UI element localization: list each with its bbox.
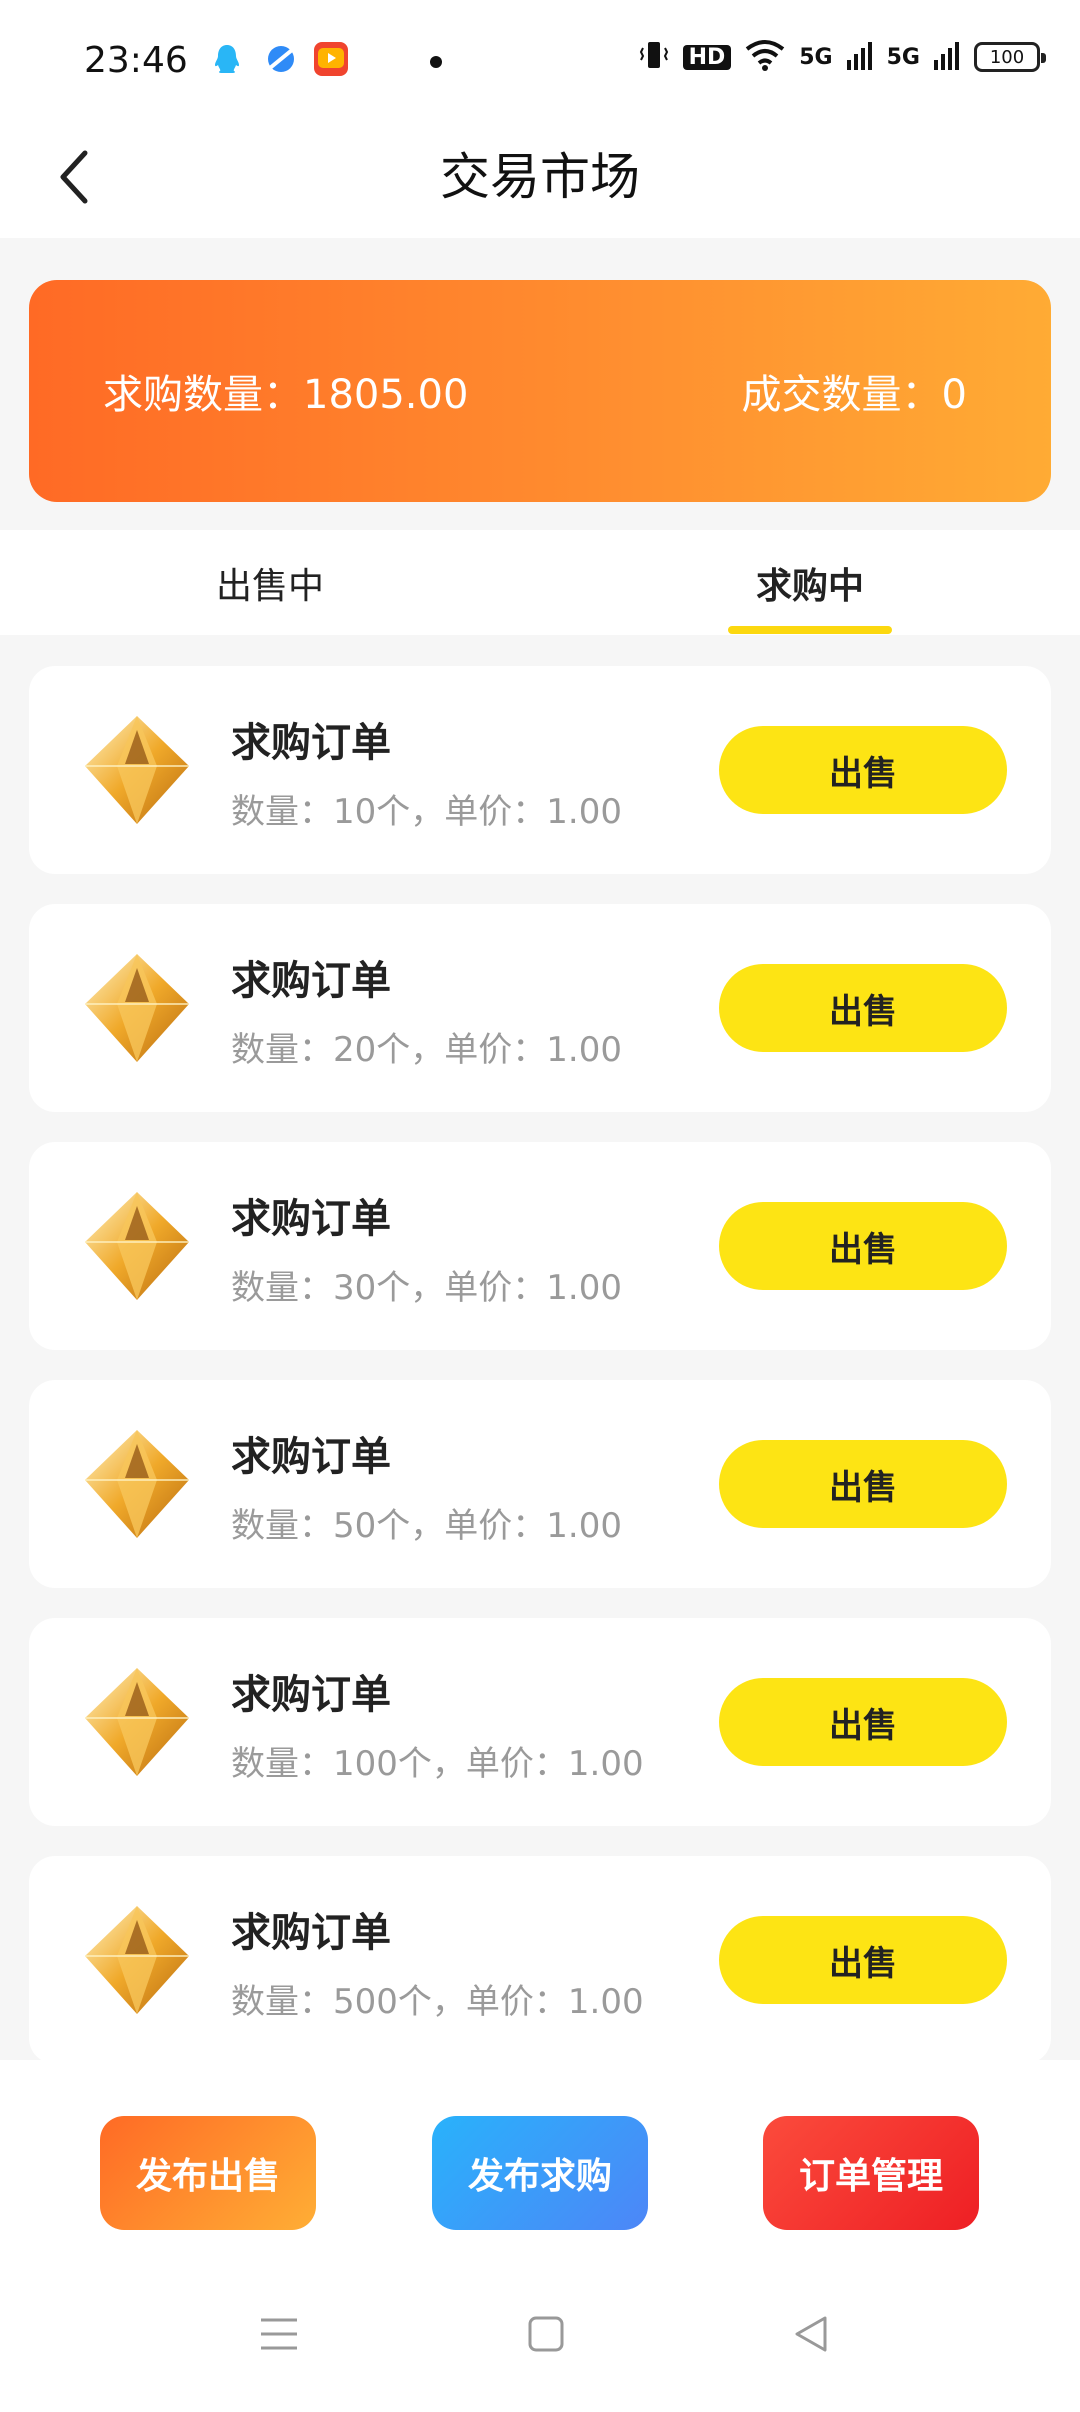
order-list: 求购订单 数量：10个，单价：1.00 出售 求购订单 数量：20个，单价：1.… bbox=[29, 666, 1051, 2094]
gem-icon bbox=[77, 710, 197, 830]
notification-dot bbox=[430, 56, 442, 68]
browser-icon bbox=[264, 42, 298, 76]
order-detail: 数量：50个，单价：1.00 bbox=[231, 1506, 622, 1546]
home-button[interactable] bbox=[511, 2304, 581, 2364]
page-title: 交易市场 bbox=[440, 148, 640, 206]
order-card: 求购订单 数量：500个，单价：1.00 出售 bbox=[29, 1856, 1051, 2064]
deal-quantity-stat: 成交数量：0 bbox=[741, 372, 967, 418]
signal-icon bbox=[934, 40, 960, 74]
status-indicators: HD 5G 5G 100 bbox=[639, 38, 1046, 76]
order-title: 求购订单 bbox=[231, 1434, 391, 1480]
order-card: 求购订单 数量：100个，单价：1.00 出售 bbox=[29, 1618, 1051, 1826]
order-detail: 数量：30个，单价：1.00 bbox=[231, 1268, 622, 1308]
tab-bar: 出售中 求购中 bbox=[0, 530, 1080, 635]
tab-buying[interactable]: 求购中 bbox=[660, 530, 960, 635]
signal-icon bbox=[846, 40, 873, 74]
order-card: 求购订单 数量：10个，单价：1.00 出售 bbox=[29, 666, 1051, 874]
order-title: 求购订单 bbox=[231, 958, 391, 1004]
order-card: 求购订单 数量：50个，单价：1.00 出售 bbox=[29, 1380, 1051, 1588]
vibrate-icon bbox=[639, 38, 669, 76]
menu-icon bbox=[261, 2318, 297, 2350]
home-square-icon bbox=[528, 2316, 564, 2352]
order-title: 求购订单 bbox=[231, 1910, 391, 1956]
tab-selling[interactable]: 出售中 bbox=[120, 530, 420, 635]
order-detail: 数量：100个，单价：1.00 bbox=[231, 1744, 644, 1784]
order-detail: 数量：10个，单价：1.00 bbox=[231, 792, 622, 832]
order-title: 求购订单 bbox=[231, 720, 391, 766]
sell-button[interactable]: 出售 bbox=[719, 726, 1007, 814]
nav-bar: 交易市场 bbox=[0, 120, 1080, 238]
buy-quantity-stat: 求购数量：1805.00 bbox=[103, 372, 469, 418]
order-detail: 数量：500个，单价：1.00 bbox=[231, 1982, 644, 2022]
status-time: 23:46 bbox=[84, 40, 188, 81]
publish-buy-button[interactable]: 发布求购 bbox=[432, 2116, 648, 2230]
order-detail: 数量：20个，单价：1.00 bbox=[231, 1030, 622, 1070]
order-title: 求购订单 bbox=[231, 1672, 391, 1718]
gem-icon bbox=[77, 1900, 197, 2020]
status-bar: 23:46 HD 5G 5G 100 bbox=[0, 0, 1080, 120]
video-app-icon bbox=[314, 42, 348, 76]
sell-button[interactable]: 出售 bbox=[719, 1440, 1007, 1528]
sell-button[interactable]: 出售 bbox=[719, 1202, 1007, 1290]
order-management-button[interactable]: 订单管理 bbox=[763, 2116, 979, 2230]
gem-icon bbox=[77, 1186, 197, 1306]
qq-icon bbox=[210, 42, 244, 76]
menu-button[interactable] bbox=[244, 2304, 314, 2364]
order-card: 求购订单 数量：30个，单价：1.00 出售 bbox=[29, 1142, 1051, 1350]
network-5g-1: 5G bbox=[799, 44, 833, 70]
system-nav-bar bbox=[0, 2260, 1080, 2410]
system-back-button[interactable] bbox=[776, 2304, 846, 2364]
stats-banner: 求购数量：1805.00 成交数量：0 bbox=[29, 280, 1051, 502]
gem-icon bbox=[77, 948, 197, 1068]
order-title: 求购订单 bbox=[231, 1196, 391, 1242]
gem-icon bbox=[77, 1424, 197, 1544]
order-card: 求购订单 数量：20个，单价：1.00 出售 bbox=[29, 904, 1051, 1112]
gem-icon bbox=[77, 1662, 197, 1782]
network-5g-2: 5G bbox=[886, 44, 920, 70]
sell-button[interactable]: 出售 bbox=[719, 964, 1007, 1052]
sell-button[interactable]: 出售 bbox=[719, 1678, 1007, 1766]
hd-indicator: HD bbox=[682, 44, 732, 70]
wifi-icon bbox=[745, 39, 785, 75]
battery-indicator: 100 bbox=[974, 42, 1046, 72]
triangle-back-icon bbox=[795, 2316, 827, 2352]
publish-sell-button[interactable]: 发布出售 bbox=[100, 2116, 316, 2230]
tab-active-indicator bbox=[728, 626, 892, 634]
sell-button[interactable]: 出售 bbox=[719, 1916, 1007, 2004]
